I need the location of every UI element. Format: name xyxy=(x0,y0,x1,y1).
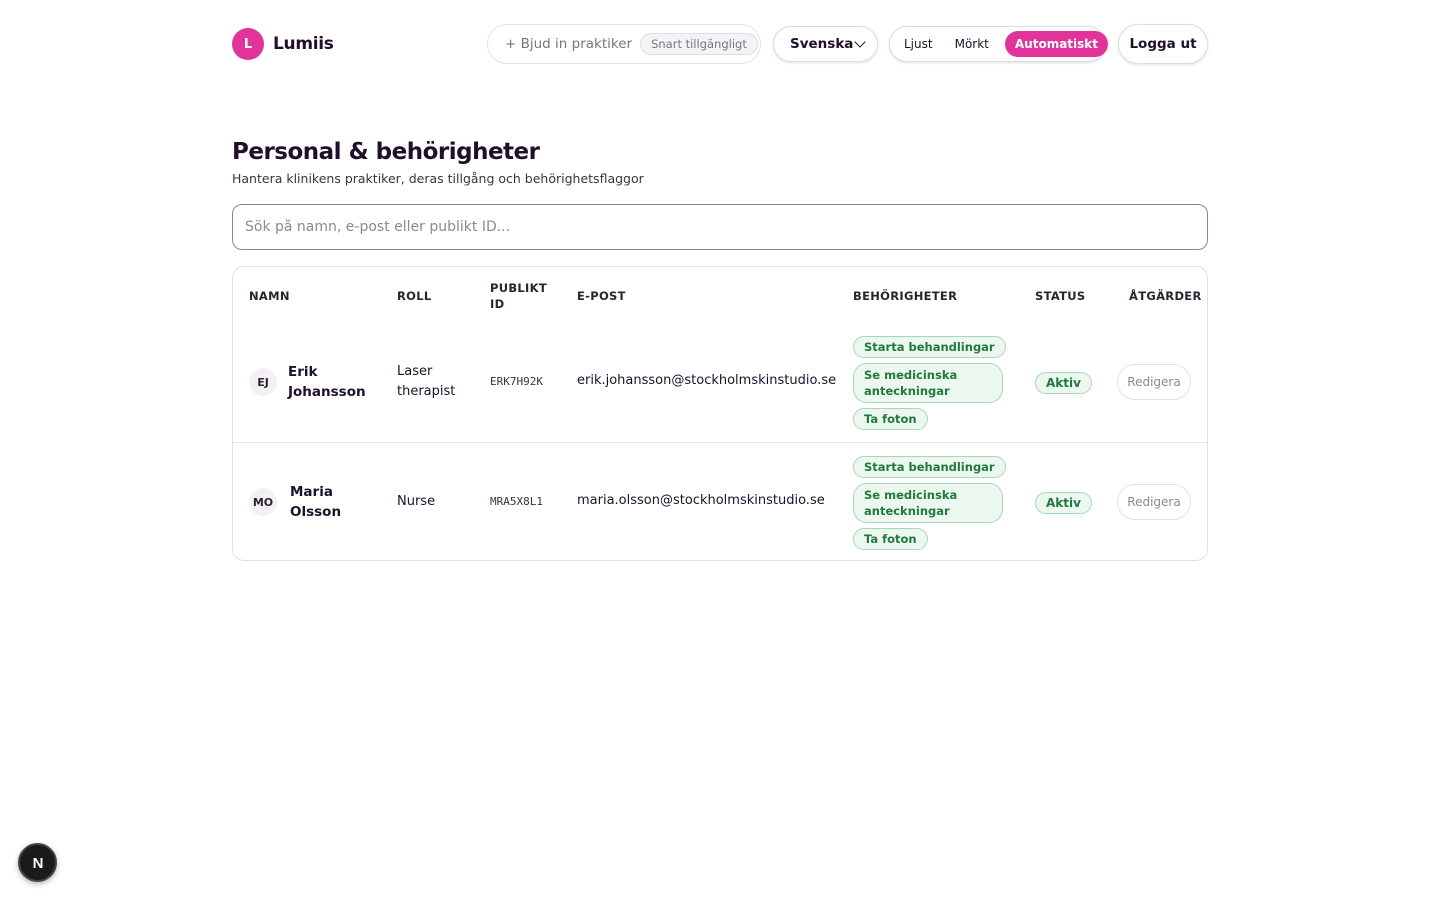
permission-medical-notes-line2: anteckningar xyxy=(864,504,950,518)
brand-logo: L xyxy=(232,28,264,60)
brand[interactable]: L Lumiis xyxy=(232,28,334,60)
staff-role-line1: Laser xyxy=(397,364,433,379)
permission-medical-notes-line1: Se medicinska xyxy=(864,488,958,502)
column-header-public-id-line2: ID xyxy=(490,297,505,311)
permission-badge-medical-notes: Se medicinska anteckningar xyxy=(853,363,1003,403)
staff-email: maria.olsson@stockholmskinstudio.se xyxy=(577,493,825,508)
column-header-permissions: BEHÖRIGHETER xyxy=(853,289,958,303)
permission-badge-start-treatments: Starta behandlingar xyxy=(853,336,1006,358)
table-row: MO Maria Olsson Nurse MRA5X8L1 maria.ols… xyxy=(233,442,1207,560)
column-header-public-id-line1: PUBLIKT xyxy=(490,281,547,295)
permission-badge-take-photos: Ta foton xyxy=(853,408,928,430)
staff-name: Erik Johansson xyxy=(288,362,366,402)
chevron-down-icon xyxy=(854,36,866,48)
avatar: MO xyxy=(249,488,277,516)
column-header-role: ROLL xyxy=(397,289,432,303)
permission-badge-medical-notes: Se medicinska anteckningar xyxy=(853,483,1003,523)
language-label: Svenska xyxy=(790,36,854,52)
staff-role-line2: therapist xyxy=(397,384,456,399)
column-header-status: STATUS xyxy=(1035,289,1086,303)
theme-option-auto[interactable]: Automatiskt xyxy=(1004,31,1109,57)
status-badge: Aktiv xyxy=(1035,372,1092,394)
column-header-email: E-POST xyxy=(577,289,626,303)
next-logo-letter: N xyxy=(32,855,43,871)
edit-button[interactable]: Redigera xyxy=(1117,484,1191,520)
status-badge: Aktiv xyxy=(1035,492,1092,514)
theme-switcher: Ljust Mörkt Automatiskt xyxy=(889,26,1109,62)
top-bar: L Lumiis + Bjud in praktiker Snart tillg… xyxy=(232,24,1208,64)
permission-badge-start-treatments: Starta behandlingar xyxy=(853,456,1006,478)
logout-button[interactable]: Logga ut xyxy=(1118,24,1208,64)
edit-button[interactable]: Redigera xyxy=(1117,364,1191,400)
column-header-public-id: PUBLIKT ID xyxy=(490,280,547,312)
staff-name: Maria Olsson xyxy=(290,482,341,522)
table-row: EJ Erik Johansson Laser therapist ERK7H9… xyxy=(233,323,1207,442)
dev-tools-badge[interactable]: N xyxy=(18,843,57,882)
column-header-name: NAMN xyxy=(249,289,290,303)
staff-role: Nurse xyxy=(397,494,436,509)
staff-first-name: Maria xyxy=(290,484,333,500)
page-subtitle: Hantera klinikens praktiker, deras tillg… xyxy=(232,171,644,186)
brand-name: Lumiis xyxy=(273,34,334,54)
staff-table: NAMN ROLL PUBLIKT ID E-POST BEHÖRIGHETER… xyxy=(232,266,1208,561)
column-header-actions: ÅTGÄRDER xyxy=(1129,289,1202,303)
staff-public-id: ERK7H92K xyxy=(490,375,543,388)
staff-last-name: Johansson xyxy=(288,384,366,400)
next-logo-icon: N xyxy=(32,855,43,871)
search-input[interactable] xyxy=(232,204,1208,250)
theme-option-light[interactable]: Ljust xyxy=(894,31,943,57)
staff-email: erik.johansson@stockholmskinstudio.se xyxy=(577,373,837,388)
permission-medical-notes-line1: Se medicinska xyxy=(864,368,958,382)
invite-practitioner-button[interactable]: + Bjud in praktiker Snart tillgängligt xyxy=(487,24,761,64)
theme-option-dark[interactable]: Mörkt xyxy=(945,31,999,57)
permission-medical-notes-line2: anteckningar xyxy=(864,384,950,398)
coming-soon-badge: Snart tillgängligt xyxy=(640,33,758,55)
page-title: Personal & behörigheter xyxy=(232,139,540,165)
staff-last-name: Olsson xyxy=(290,504,342,520)
invite-label: + Bjud in praktiker xyxy=(505,36,633,52)
avatar: EJ xyxy=(249,368,277,396)
staff-public-id: MRA5X8L1 xyxy=(490,495,543,508)
language-select[interactable]: Svenska xyxy=(773,26,878,62)
staff-first-name: Erik xyxy=(288,364,318,380)
staff-role: Laser therapist xyxy=(397,362,455,402)
permission-badge-take-photos: Ta foton xyxy=(853,528,928,550)
